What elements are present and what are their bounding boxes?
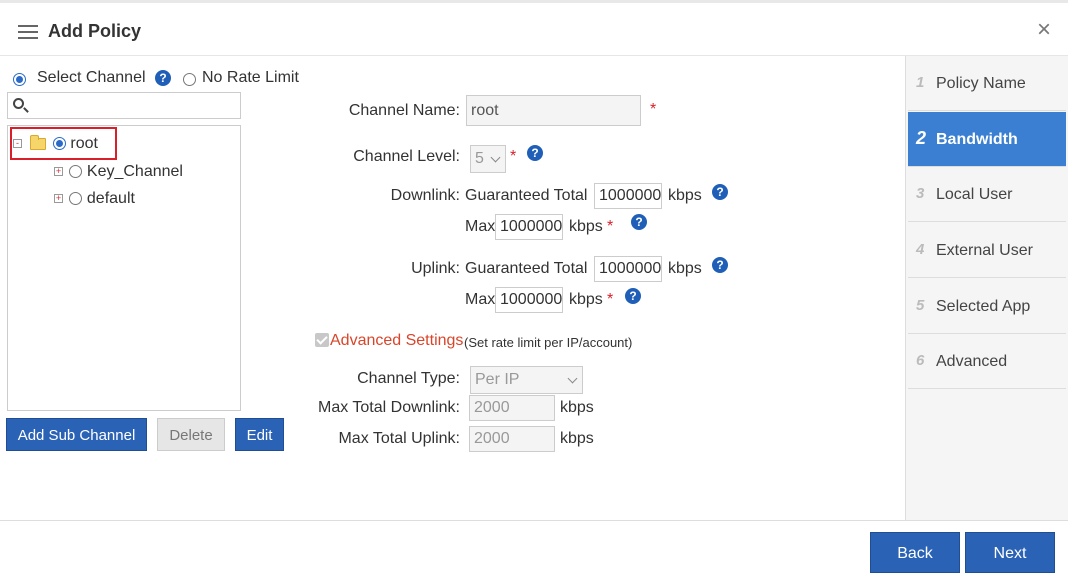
back-button[interactable]: Back	[870, 532, 960, 573]
tree-node-label: Key_Channel	[86, 163, 183, 180]
step-number: 4	[916, 241, 925, 258]
step-number: 5	[916, 297, 925, 314]
uplink-guaranteed-input[interactable]: 1000000	[594, 256, 662, 282]
add-sub-channel-button[interactable]: Add Sub Channel	[6, 418, 147, 451]
menu-icon	[18, 25, 38, 39]
chevron-down-icon	[490, 152, 501, 163]
required-mark: *	[650, 101, 657, 118]
channel-level-select[interactable]: 5	[470, 145, 506, 173]
radio-checked-icon[interactable]	[13, 72, 26, 86]
downlink-label: Downlink:	[390, 187, 460, 204]
step-number: 2	[916, 128, 927, 148]
downlink-max-label: Max	[465, 218, 496, 235]
step-policy-name[interactable]: 1 Policy Name	[908, 56, 1066, 111]
required-mark: *	[510, 148, 517, 165]
add-policy-dialog: Add Policy × Select Channel ? No Rate Li…	[0, 0, 1068, 585]
edit-button[interactable]: Edit	[235, 418, 284, 451]
step-label: Local User	[936, 186, 1013, 203]
step-label: Policy Name	[936, 75, 1026, 92]
select-channel-help-icon[interactable]: ?	[155, 69, 171, 86]
step-label: External User	[936, 242, 1033, 259]
radio-unchecked-icon[interactable]	[183, 72, 196, 86]
step-bandwidth[interactable]: 2 Bandwidth	[908, 112, 1066, 167]
advanced-settings-checkbox[interactable]	[315, 333, 329, 347]
no-rate-limit-radio[interactable]	[183, 70, 196, 87]
channel-search-input[interactable]	[7, 92, 241, 119]
step-panel: 1 Policy Name 2 Bandwidth 3 Local User 4…	[905, 56, 1068, 520]
required-mark: *	[607, 218, 614, 235]
unit-label: kbps	[668, 260, 702, 277]
channel-name-label: Channel Name:	[348, 102, 460, 119]
step-number: 3	[916, 185, 925, 202]
unit-label: kbps	[668, 187, 702, 204]
expand-icon[interactable]: +	[54, 194, 63, 204]
step-advanced[interactable]: 6 Advanced	[908, 334, 1066, 389]
step-number: 1	[916, 74, 925, 91]
unit-label: kbps	[560, 399, 594, 416]
expand-icon[interactable]: +	[54, 167, 63, 177]
advanced-settings-hint: (Set rate limit per IP/account)	[464, 335, 633, 350]
uplink-max-help-icon[interactable]: ?	[625, 287, 641, 304]
max-total-uplink-label: Max Total Uplink:	[338, 430, 460, 447]
advanced-settings-label: Advanced Settings	[330, 332, 464, 349]
max-total-downlink-input[interactable]: 2000	[469, 395, 555, 421]
tree-node-key-channel[interactable]: + Key_Channel	[54, 163, 183, 181]
tree-node-default[interactable]: + default	[54, 190, 135, 208]
no-rate-limit-label: No Rate Limit	[202, 69, 299, 86]
dialog-title: Add Policy	[48, 21, 142, 41]
select-channel-label: Select Channel	[37, 69, 146, 86]
downlink-guaranteed-label: Guaranteed Total	[465, 187, 588, 204]
search-icon	[13, 98, 24, 109]
channel-name-field[interactable]: root	[466, 95, 641, 126]
step-label: Selected App	[936, 298, 1031, 315]
tree-node-label: default	[86, 190, 135, 207]
channel-level-label: Channel Level:	[353, 148, 460, 165]
delete-button[interactable]: Delete	[157, 418, 225, 451]
step-local-user[interactable]: 3 Local User	[908, 167, 1066, 222]
required-mark: *	[607, 291, 614, 308]
downlink-max-help-icon[interactable]: ?	[631, 213, 647, 230]
unit-label: kbps	[569, 218, 603, 235]
channel-type-label: Channel Type:	[357, 370, 460, 387]
max-total-uplink-input[interactable]: 2000	[469, 426, 555, 452]
unit-label: kbps	[560, 430, 594, 447]
next-button[interactable]: Next	[965, 532, 1055, 573]
tree-radio-default[interactable]	[69, 192, 83, 206]
uplink-max-input[interactable]: 1000000	[495, 287, 563, 313]
channel-type-select[interactable]: Per IP	[470, 366, 583, 394]
select-channel-radio[interactable]	[13, 70, 26, 87]
downlink-guaranteed-input[interactable]: 1000000	[594, 183, 662, 209]
max-total-downlink-label: Max Total Downlink:	[318, 399, 460, 416]
channel-level-help-icon[interactable]: ?	[527, 144, 543, 161]
tree-radio-key-channel[interactable]	[69, 165, 83, 179]
footer-divider	[0, 520, 1068, 521]
step-number: 6	[916, 352, 925, 369]
highlight-box	[10, 127, 117, 160]
unit-label: kbps	[569, 291, 603, 308]
chevron-down-icon	[567, 373, 578, 384]
uplink-max-label: Max	[465, 291, 496, 308]
uplink-guaranteed-label: Guaranteed Total	[465, 260, 588, 277]
uplink-help-icon[interactable]: ?	[712, 256, 728, 273]
uplink-label: Uplink:	[411, 260, 460, 277]
close-icon[interactable]: ×	[1032, 18, 1056, 42]
downlink-max-input[interactable]: 1000000	[495, 214, 563, 240]
step-selected-app[interactable]: 5 Selected App	[908, 279, 1066, 334]
step-external-user[interactable]: 4 External User	[908, 223, 1066, 278]
step-label: Advanced	[936, 353, 1008, 370]
dialog-header: Add Policy ×	[0, 6, 1068, 56]
downlink-help-icon[interactable]: ?	[712, 183, 728, 200]
step-label: Bandwidth	[936, 131, 1018, 148]
